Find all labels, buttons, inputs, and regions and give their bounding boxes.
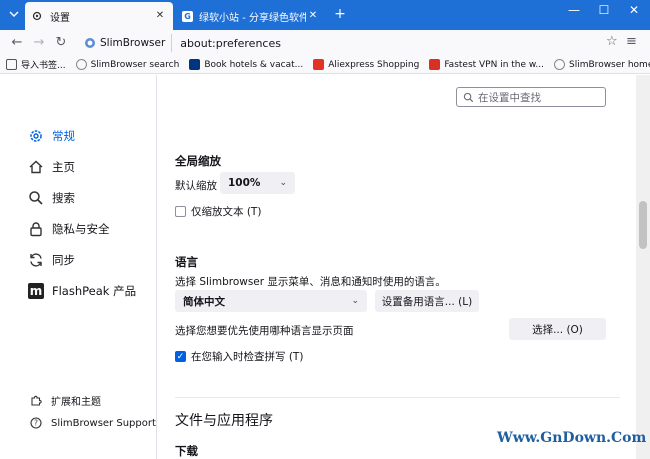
title-bar: 设置 ✕ G 绿软小站 - 分享绿色软件、免费 ✕ + — ☐ ✕	[0, 0, 650, 30]
chevron-down-icon: ⌄	[279, 178, 287, 188]
slimbrowser-logo-icon	[85, 38, 95, 48]
category-home[interactable]: 主页	[28, 157, 75, 177]
lock-icon	[28, 221, 44, 237]
bookmark-item[interactable]: SlimBrowser homep...	[554, 59, 650, 70]
identity-box[interactable]: SlimBrowser	[80, 34, 173, 52]
language-select[interactable]: 简体中文 ⌄	[175, 290, 367, 312]
reload-icon[interactable]: ↻	[50, 32, 72, 54]
watermark: Www.GnDown.Com	[497, 430, 647, 446]
default-zoom-select[interactable]: 100% ⌄	[220, 172, 295, 194]
globe-icon	[554, 59, 566, 70]
back-icon[interactable]: ←	[6, 32, 28, 54]
tab-title: 设置	[50, 12, 70, 24]
category-general[interactable]: 常规	[28, 126, 75, 146]
bookmark-item[interactable]: Book hotels & vacat...	[189, 59, 303, 70]
flashpeak-icon: m	[28, 283, 44, 299]
tab-settings[interactable]: 设置 ✕	[25, 2, 173, 30]
scrollbar[interactable]	[636, 75, 650, 459]
support-link[interactable]: ? SlimBrowser Support	[30, 415, 156, 431]
bookmark-item[interactable]: Fastest VPN in the w...	[429, 59, 544, 70]
section-divider	[175, 397, 620, 398]
close-icon[interactable]: ✕	[153, 9, 167, 23]
booking-icon	[189, 59, 201, 70]
settings-search-input[interactable]: 在设置中查找	[456, 87, 606, 107]
category-sidebar: 常规 主页 搜索 隐私与安全 同步 m FlashPeak 产品 扩展和主题 ?	[0, 75, 157, 459]
menu-icon[interactable]: ≡	[626, 34, 640, 50]
language-heading: 语言	[175, 255, 198, 269]
bookmarks-bar: 导入书签... SlimBrowser search Book hotels &…	[0, 56, 650, 74]
extensions-themes-link[interactable]: 扩展和主题	[30, 392, 101, 408]
new-tab-icon[interactable]: +	[332, 6, 348, 22]
favicon-icon: G	[182, 10, 193, 22]
search-icon	[28, 190, 44, 206]
gear-icon	[28, 128, 44, 144]
chevron-down-icon: ⌄	[351, 296, 359, 306]
star-icon[interactable]: ☆	[606, 34, 620, 50]
maximize-icon[interactable]: ☐	[590, 0, 618, 22]
default-zoom-label: 默认缩放	[175, 180, 217, 192]
home-icon	[28, 159, 44, 175]
scrollbar-thumb[interactable]	[639, 201, 647, 249]
downloads-heading: 下载	[175, 444, 198, 458]
close-window-icon[interactable]: ✕	[620, 0, 648, 22]
minimize-icon[interactable]: —	[560, 0, 588, 22]
vpn-icon	[429, 59, 441, 70]
preferences-page: 常规 主页 搜索 隐私与安全 同步 m FlashPeak 产品 扩展和主题 ?	[0, 75, 636, 459]
category-search[interactable]: 搜索	[28, 188, 75, 208]
tab-title: 绿软小站 - 分享绿色软件、免费	[199, 12, 306, 24]
spellcheck-checkbox[interactable]: ✓ 在您输入时检查拼写 (T)	[175, 349, 303, 364]
search-placeholder: 在设置中查找	[478, 91, 541, 104]
category-sync[interactable]: 同步	[28, 250, 75, 270]
identity-label: SlimBrowser	[100, 37, 166, 49]
gear-icon	[31, 10, 43, 22]
language-description: 选择 Slimbrowser 显示菜单、消息和通知时使用的语言。	[175, 276, 446, 288]
url-bar[interactable]: SlimBrowser about:preferences	[80, 32, 620, 54]
page-language-label: 选择您想要优先使用哪种语言显示页面	[175, 325, 354, 337]
set-alternative-languages-button[interactable]: 设置备用语言... (L)	[375, 290, 479, 312]
puzzle-icon	[31, 395, 42, 406]
bookmark-item[interactable]: Aliexpress Shopping	[313, 59, 419, 70]
close-icon[interactable]: ✕	[306, 9, 320, 23]
import-icon	[6, 59, 17, 70]
category-flashpeak[interactable]: m FlashPeak 产品	[28, 281, 136, 301]
search-icon	[463, 92, 474, 102]
forward-icon[interactable]: →	[28, 32, 50, 54]
files-apps-heading: 文件与应用程序	[175, 413, 273, 429]
category-privacy[interactable]: 隐私与安全	[28, 219, 110, 239]
bookmark-item[interactable]: SlimBrowser search	[75, 59, 179, 70]
zoom-text-only-checkbox[interactable]: 仅缩放文本 (T)	[175, 204, 261, 219]
zoom-heading: 全局缩放	[175, 154, 221, 168]
globe-icon	[75, 59, 87, 70]
help-icon: ?	[30, 417, 42, 429]
aliexpress-icon	[313, 59, 325, 70]
checkbox-checked[interactable]: ✓	[175, 351, 186, 362]
nav-toolbar: ← → ↻ SlimBrowser about:preferences	[0, 30, 650, 56]
sync-icon	[28, 252, 44, 268]
choose-languages-button[interactable]: 选择... (O)	[509, 318, 606, 340]
svg-text:?: ?	[34, 419, 38, 428]
bookmark-item[interactable]: 导入书签...	[6, 58, 66, 71]
list-tabs-icon[interactable]	[8, 8, 20, 20]
url-text[interactable]: about:preferences	[180, 37, 281, 50]
checkbox[interactable]	[175, 206, 186, 217]
tab-gndown[interactable]: G 绿软小站 - 分享绿色软件、免费 ✕	[178, 4, 324, 28]
